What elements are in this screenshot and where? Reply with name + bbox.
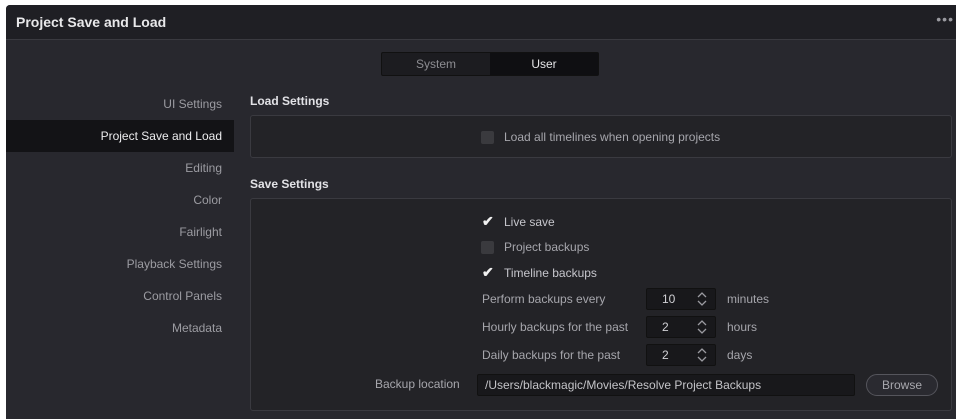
save-settings-heading: Save Settings [250, 177, 329, 191]
backup-location-label: Backup location [375, 377, 460, 391]
stepper-arrows-icon[interactable] [695, 317, 709, 337]
stepper-arrows-icon[interactable] [695, 345, 709, 365]
project-backups-checkbox[interactable] [481, 241, 494, 254]
sidebar-item-ui-settings[interactable]: UI Settings [6, 88, 234, 120]
sidebar-item-project-save-and-load[interactable]: Project Save and Load [6, 120, 234, 152]
perform-backups-unit: minutes [727, 292, 770, 306]
daily-backups-label: Daily backups for the past [482, 348, 621, 362]
timeline-backups-label: Timeline backups [504, 266, 597, 280]
tab-user[interactable]: User [490, 53, 598, 75]
sidebar-item-playback-settings[interactable]: Playback Settings [6, 248, 234, 280]
load-all-timelines-label: Load all timelines when opening projects [504, 130, 721, 144]
daily-backups-stepper[interactable]: 2 [646, 344, 716, 366]
backup-location-path: /Users/blackmagic/Movies/Resolve Project… [485, 378, 762, 392]
timeline-backups-checkbox[interactable]: ✔ [482, 265, 494, 279]
daily-backups-unit: days [727, 348, 753, 362]
sidebar-item-control-panels[interactable]: Control Panels [6, 280, 234, 312]
load-all-timelines-checkbox[interactable] [481, 131, 494, 144]
hourly-backups-stepper[interactable]: 2 [646, 316, 716, 338]
sidebar-item-color[interactable]: Color [6, 184, 234, 216]
window-title: Project Save and Load [16, 14, 167, 30]
title-bar: Project Save and Load ••• [6, 5, 956, 40]
backup-location-field[interactable]: /Users/blackmagic/Movies/Resolve Project… [477, 374, 855, 396]
sidebar-item-editing[interactable]: Editing [6, 152, 234, 184]
live-save-label: Live save [504, 215, 555, 229]
browse-button[interactable]: Browse [866, 374, 938, 396]
system-user-toggle: System User [381, 52, 599, 76]
preferences-window: Project Save and Load ••• System User UI… [6, 5, 956, 419]
perform-backups-value: 10 [662, 292, 676, 306]
sidebar-item-metadata[interactable]: Metadata [6, 312, 234, 344]
daily-backups-value: 2 [662, 348, 669, 362]
sidebar: UI Settings Project Save and Load Editin… [6, 88, 234, 344]
tab-system[interactable]: System [382, 53, 490, 75]
ellipsis-icon[interactable]: ••• [936, 11, 954, 27]
live-save-checkbox[interactable]: ✔ [482, 214, 494, 228]
sidebar-item-fairlight[interactable]: Fairlight [6, 216, 234, 248]
stepper-arrows-icon[interactable] [695, 289, 709, 309]
perform-backups-label: Perform backups every [482, 292, 606, 306]
hourly-backups-label: Hourly backups for the past [482, 320, 629, 334]
load-settings-heading: Load Settings [250, 94, 330, 108]
project-backups-label: Project backups [504, 240, 590, 254]
perform-backups-stepper[interactable]: 10 [646, 288, 716, 310]
hourly-backups-value: 2 [662, 320, 669, 334]
hourly-backups-unit: hours [727, 320, 758, 334]
